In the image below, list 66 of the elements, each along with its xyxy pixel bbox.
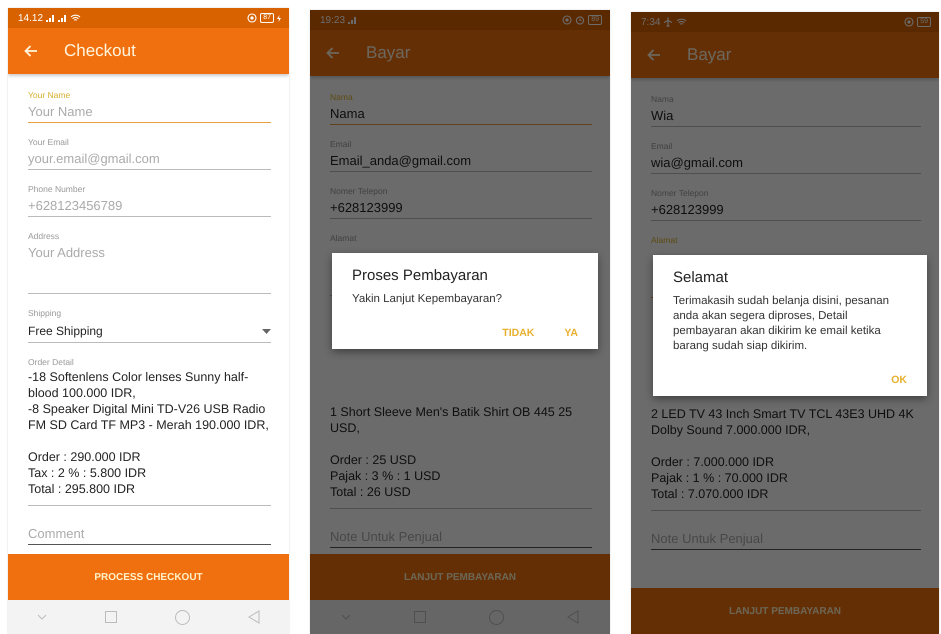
text-field[interactable]: Your Name Your Name bbox=[28, 88, 271, 123]
order-summary-line: Order : 290.000 IDR bbox=[28, 449, 142, 465]
order-item: 1 Short Sleeve Men's Batik Shirt OB 445 25 USD, bbox=[330, 404, 574, 436]
signal-icon bbox=[46, 14, 56, 22]
field-label: Your Name bbox=[28, 89, 72, 102]
status-time: 19:23 bbox=[320, 14, 346, 26]
text-field[interactable]: Nama Nama bbox=[330, 90, 592, 125]
order-item: -18 Softenlens Color lenses Sunny half-blood 100.000 IDR, bbox=[28, 369, 250, 401]
order-summary-line: Order : 7.000.000 IDR bbox=[651, 454, 775, 470]
dialog-title: Selamat bbox=[673, 269, 730, 286]
checkout-button[interactable]: LANJUT PEMBAYARAN bbox=[631, 588, 939, 634]
dialog-message: Yakin Lanjut Kepembayaran? bbox=[352, 292, 504, 307]
square-icon[interactable] bbox=[414, 611, 426, 623]
dialog-button[interactable]: TIDAK bbox=[496, 323, 540, 343]
field-label: Shipping bbox=[28, 307, 62, 320]
order-summary-line: Total : 26 USD bbox=[330, 484, 412, 500]
text-field[interactable]: Phone Number +628123456789 bbox=[28, 182, 271, 217]
back-triangle-icon[interactable] bbox=[566, 610, 579, 624]
alarm-clock-icon bbox=[575, 15, 586, 25]
order-summary-line: Order : 25 USD bbox=[330, 452, 418, 468]
screen-title: Checkout bbox=[64, 41, 136, 61]
order-summary-line: Total : 295.800 IDR bbox=[28, 481, 136, 497]
chevron-down-icon[interactable] bbox=[341, 614, 352, 620]
airplane-icon bbox=[663, 17, 674, 27]
signal-icon bbox=[348, 16, 358, 24]
field-label: Alamat bbox=[651, 234, 678, 247]
chevron-down-icon[interactable] bbox=[37, 614, 47, 620]
field-label: Address bbox=[28, 230, 60, 243]
order-item: -8 Speaker Digital Mini TD-V26 USB Radio FM SD Card TF MP3 - Merah 190.000 IDR, bbox=[28, 401, 270, 433]
order-summary-line: Total : 7.070.000 IDR bbox=[651, 486, 770, 502]
dropdown-caret-icon bbox=[262, 328, 271, 334]
dialog-title: Proses Pembayaran bbox=[352, 267, 489, 284]
back-arrow-icon[interactable] bbox=[24, 45, 38, 57]
order-item: 2 LED TV 43 Inch Smart TV TCL 43E3 UHD 4K Dolby Sound 7.000.000 IDR, bbox=[651, 406, 915, 438]
field-label: Phone Number bbox=[28, 183, 86, 196]
dialog-button[interactable]: OK bbox=[885, 370, 913, 390]
field-label: Order Detail bbox=[28, 356, 75, 369]
back-arrow-icon[interactable] bbox=[647, 49, 661, 61]
field-label: Nama bbox=[330, 91, 354, 104]
wifi-icon bbox=[70, 14, 82, 22]
home-circle-icon[interactable] bbox=[488, 610, 504, 624]
order-summary-line: Pajak : 1 % : 70.000 IDR bbox=[651, 470, 789, 486]
checkout-button[interactable]: LANJUT PEMBAYARAN bbox=[310, 554, 610, 600]
status-time: 14.12 bbox=[18, 12, 44, 24]
back-triangle-icon[interactable] bbox=[248, 610, 260, 624]
text-field[interactable]: Your Email your.email@gmail.com bbox=[28, 135, 271, 170]
screen-title: Bayar bbox=[687, 45, 732, 65]
status-time: 7:34 bbox=[641, 16, 660, 28]
circle-status-icon bbox=[247, 13, 258, 23]
text-field[interactable]: Address Your Address bbox=[28, 229, 271, 294]
dialog-button[interactable]: YA bbox=[558, 323, 584, 343]
screen-title: Bayar bbox=[366, 43, 410, 63]
dialog-message: Terimakasih sudah belanja disini, pesanan anda akan segera diproses, Detail pembayaran akan dikirim ke email ketika barang sudah siap dikirim. bbox=[673, 294, 890, 354]
signal-icon bbox=[58, 14, 68, 22]
wifi-icon bbox=[676, 18, 688, 26]
home-circle-icon[interactable] bbox=[175, 610, 190, 624]
circle-status-icon bbox=[904, 17, 914, 27]
shipping-dropdown[interactable]: Free Shipping bbox=[28, 320, 271, 342]
order-summary-line: Pajak : 3 % : 1 USD bbox=[330, 468, 442, 484]
back-arrow-icon[interactable] bbox=[326, 47, 340, 59]
square-icon[interactable] bbox=[105, 611, 117, 623]
field-label: Your Email bbox=[28, 136, 70, 149]
order-summary-line: Tax : 2 % : 5.800 IDR bbox=[28, 465, 148, 481]
circle-status-icon bbox=[562, 15, 572, 25]
note-field[interactable]: Comment bbox=[28, 524, 271, 545]
checkout-button[interactable]: PROCESS CHECKOUT bbox=[8, 554, 289, 600]
